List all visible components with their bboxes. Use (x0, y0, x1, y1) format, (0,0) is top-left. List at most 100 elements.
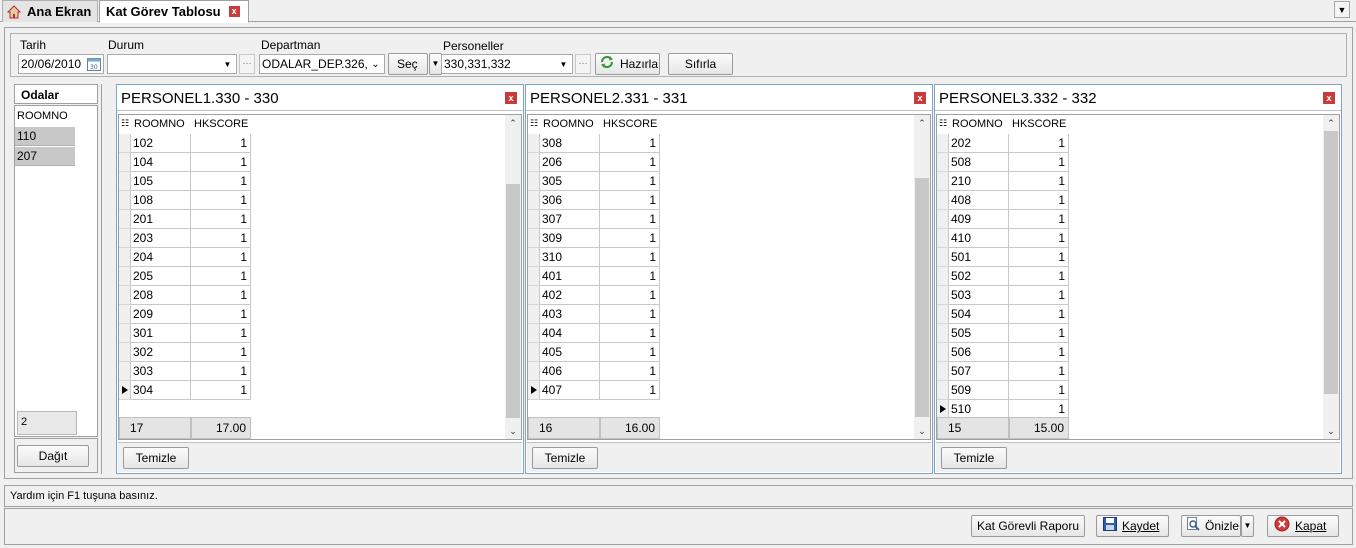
cell-roomno[interactable]: 401 (540, 267, 600, 286)
cell-roomno[interactable]: 205 (131, 267, 191, 286)
chevron-down-icon[interactable]: ⌄ (914, 423, 930, 439)
cell-hkscore[interactable]: 1 (1009, 286, 1069, 305)
cell-roomno[interactable]: 308 (540, 134, 600, 153)
cell-hkscore[interactable]: 1 (1009, 210, 1069, 229)
tab-home[interactable]: Ana Ekran (2, 0, 98, 22)
cell-hkscore[interactable]: 1 (191, 191, 251, 210)
cell-hkscore[interactable]: 1 (191, 324, 251, 343)
sec-button[interactable]: Seç (388, 53, 428, 75)
cell-hkscore[interactable]: 1 (600, 267, 660, 286)
cell-roomno[interactable]: 404 (540, 324, 600, 343)
cell-roomno[interactable]: 304 (131, 381, 191, 400)
table-row[interactable]: 406 1 (528, 362, 660, 381)
cell-roomno[interactable]: 505 (949, 324, 1009, 343)
cell-hkscore[interactable]: 1 (191, 248, 251, 267)
cell-roomno[interactable]: 506 (949, 343, 1009, 362)
table-row[interactable]: 305 1 (528, 172, 660, 191)
cell-hkscore[interactable]: 1 (191, 343, 251, 362)
cell-roomno[interactable]: 407 (540, 381, 600, 400)
column-header-roomno[interactable]: ROOMNO (131, 115, 191, 134)
calendar-icon[interactable]: 30 (86, 56, 102, 72)
cell-roomno[interactable]: 310 (540, 248, 600, 267)
table-row[interactable]: 108 1 (119, 191, 251, 210)
departman-select[interactable]: ODALAR_DEP.326, ⌄ (259, 54, 385, 74)
cell-hkscore[interactable]: 1 (600, 191, 660, 210)
table-row[interactable]: 208 1 (119, 286, 251, 305)
temizle-button[interactable]: Temizle (532, 447, 598, 469)
cell-roomno[interactable]: 503 (949, 286, 1009, 305)
table-row[interactable]: 410 1 (937, 229, 1069, 248)
table-row[interactable]: 203 1 (119, 229, 251, 248)
cell-hkscore[interactable]: 1 (191, 362, 251, 381)
cell-hkscore[interactable]: 1 (1009, 305, 1069, 324)
cell-hkscore[interactable]: 1 (191, 286, 251, 305)
cell-roomno[interactable]: 303 (131, 362, 191, 381)
cell-hkscore[interactable]: 1 (191, 229, 251, 248)
table-row[interactable]: 501 1 (937, 248, 1069, 267)
column-chooser-icon[interactable]: ☷ (119, 115, 131, 134)
table-row[interactable]: 509 1 (937, 381, 1069, 400)
durum-select[interactable]: ▼ (107, 54, 237, 74)
column-chooser-icon[interactable]: ☷ (937, 115, 949, 134)
dagit-button[interactable]: Dağıt (17, 445, 89, 467)
table-row[interactable]: 301 1 (119, 324, 251, 343)
table-row[interactable]: 209 1 (119, 305, 251, 324)
column-header-roomno[interactable]: ROOMNO (949, 115, 1009, 134)
cell-hkscore[interactable]: 1 (191, 381, 251, 400)
table-row[interactable]: 303 1 (119, 362, 251, 381)
table-row[interactable]: 309 1 (528, 229, 660, 248)
cell-hkscore[interactable]: 1 (1009, 381, 1069, 400)
cell-roomno[interactable]: 208 (131, 286, 191, 305)
cell-hkscore[interactable]: 1 (191, 134, 251, 153)
table-row[interactable]: 210 1 (937, 172, 1069, 191)
tab-kat-gorev-tablosu[interactable]: Kat Görev Tablosu x (99, 0, 249, 23)
table-row[interactable]: 504 1 (937, 305, 1069, 324)
scroll-thumb[interactable] (915, 178, 929, 417)
cell-hkscore[interactable]: 1 (600, 381, 660, 400)
cell-hkscore[interactable]: 1 (191, 305, 251, 324)
cell-hkscore[interactable]: 1 (1009, 324, 1069, 343)
table-row[interactable]: 202 1 (937, 134, 1069, 153)
cell-hkscore[interactable]: 1 (600, 229, 660, 248)
kat-gorevli-raporu-button[interactable]: Kat Görevli Raporu (971, 515, 1085, 537)
table-row[interactable]: 302 1 (119, 343, 251, 362)
table-row[interactable]: 206 1 (528, 153, 660, 172)
kapat-button[interactable]: Kapat (1267, 515, 1339, 537)
table-row[interactable]: 104 1 (119, 153, 251, 172)
tab-close-icon[interactable]: x (228, 6, 240, 17)
table-row[interactable]: 404 1 (528, 324, 660, 343)
cell-hkscore[interactable]: 1 (600, 248, 660, 267)
vertical-scrollbar[interactable]: ⌃ ⌄ (914, 115, 930, 439)
cell-roomno[interactable]: 104 (131, 153, 191, 172)
cell-hkscore[interactable]: 1 (191, 153, 251, 172)
cell-roomno[interactable]: 209 (131, 305, 191, 324)
close-icon[interactable]: x (914, 92, 926, 104)
cell-roomno[interactable]: 507 (949, 362, 1009, 381)
table-row[interactable]: 204 1 (119, 248, 251, 267)
personeller-select[interactable]: 330,331,332 ▼ (441, 54, 573, 74)
cell-roomno[interactable]: 501 (949, 248, 1009, 267)
table-row[interactable]: 405 1 (528, 343, 660, 362)
table-row[interactable]: 502 1 (937, 267, 1069, 286)
table-row[interactable]: 205 1 (119, 267, 251, 286)
scroll-thumb[interactable] (506, 184, 520, 418)
temizle-button[interactable]: Temizle (941, 447, 1007, 469)
onizle-dropdown-button[interactable]: ▼ (1241, 515, 1254, 537)
cell-hkscore[interactable]: 1 (600, 210, 660, 229)
cell-hkscore[interactable]: 1 (600, 362, 660, 381)
cell-roomno[interactable]: 108 (131, 191, 191, 210)
cell-hkscore[interactable]: 1 (600, 172, 660, 191)
cell-roomno[interactable]: 203 (131, 229, 191, 248)
cell-roomno[interactable]: 410 (949, 229, 1009, 248)
cell-roomno[interactable]: 405 (540, 343, 600, 362)
table-row[interactable]: 408 1 (937, 191, 1069, 210)
cell-roomno[interactable]: 306 (540, 191, 600, 210)
cell-roomno[interactable]: 210 (949, 172, 1009, 191)
table-row[interactable]: 505 1 (937, 324, 1069, 343)
cell-hkscore[interactable]: 1 (600, 324, 660, 343)
cell-hkscore[interactable]: 1 (600, 153, 660, 172)
cell-hkscore[interactable]: 1 (191, 172, 251, 191)
chevron-down-icon[interactable]: ⌄ (368, 56, 383, 73)
chevron-down-icon[interactable]: ⌄ (505, 423, 521, 439)
cell-roomno[interactable]: 301 (131, 324, 191, 343)
